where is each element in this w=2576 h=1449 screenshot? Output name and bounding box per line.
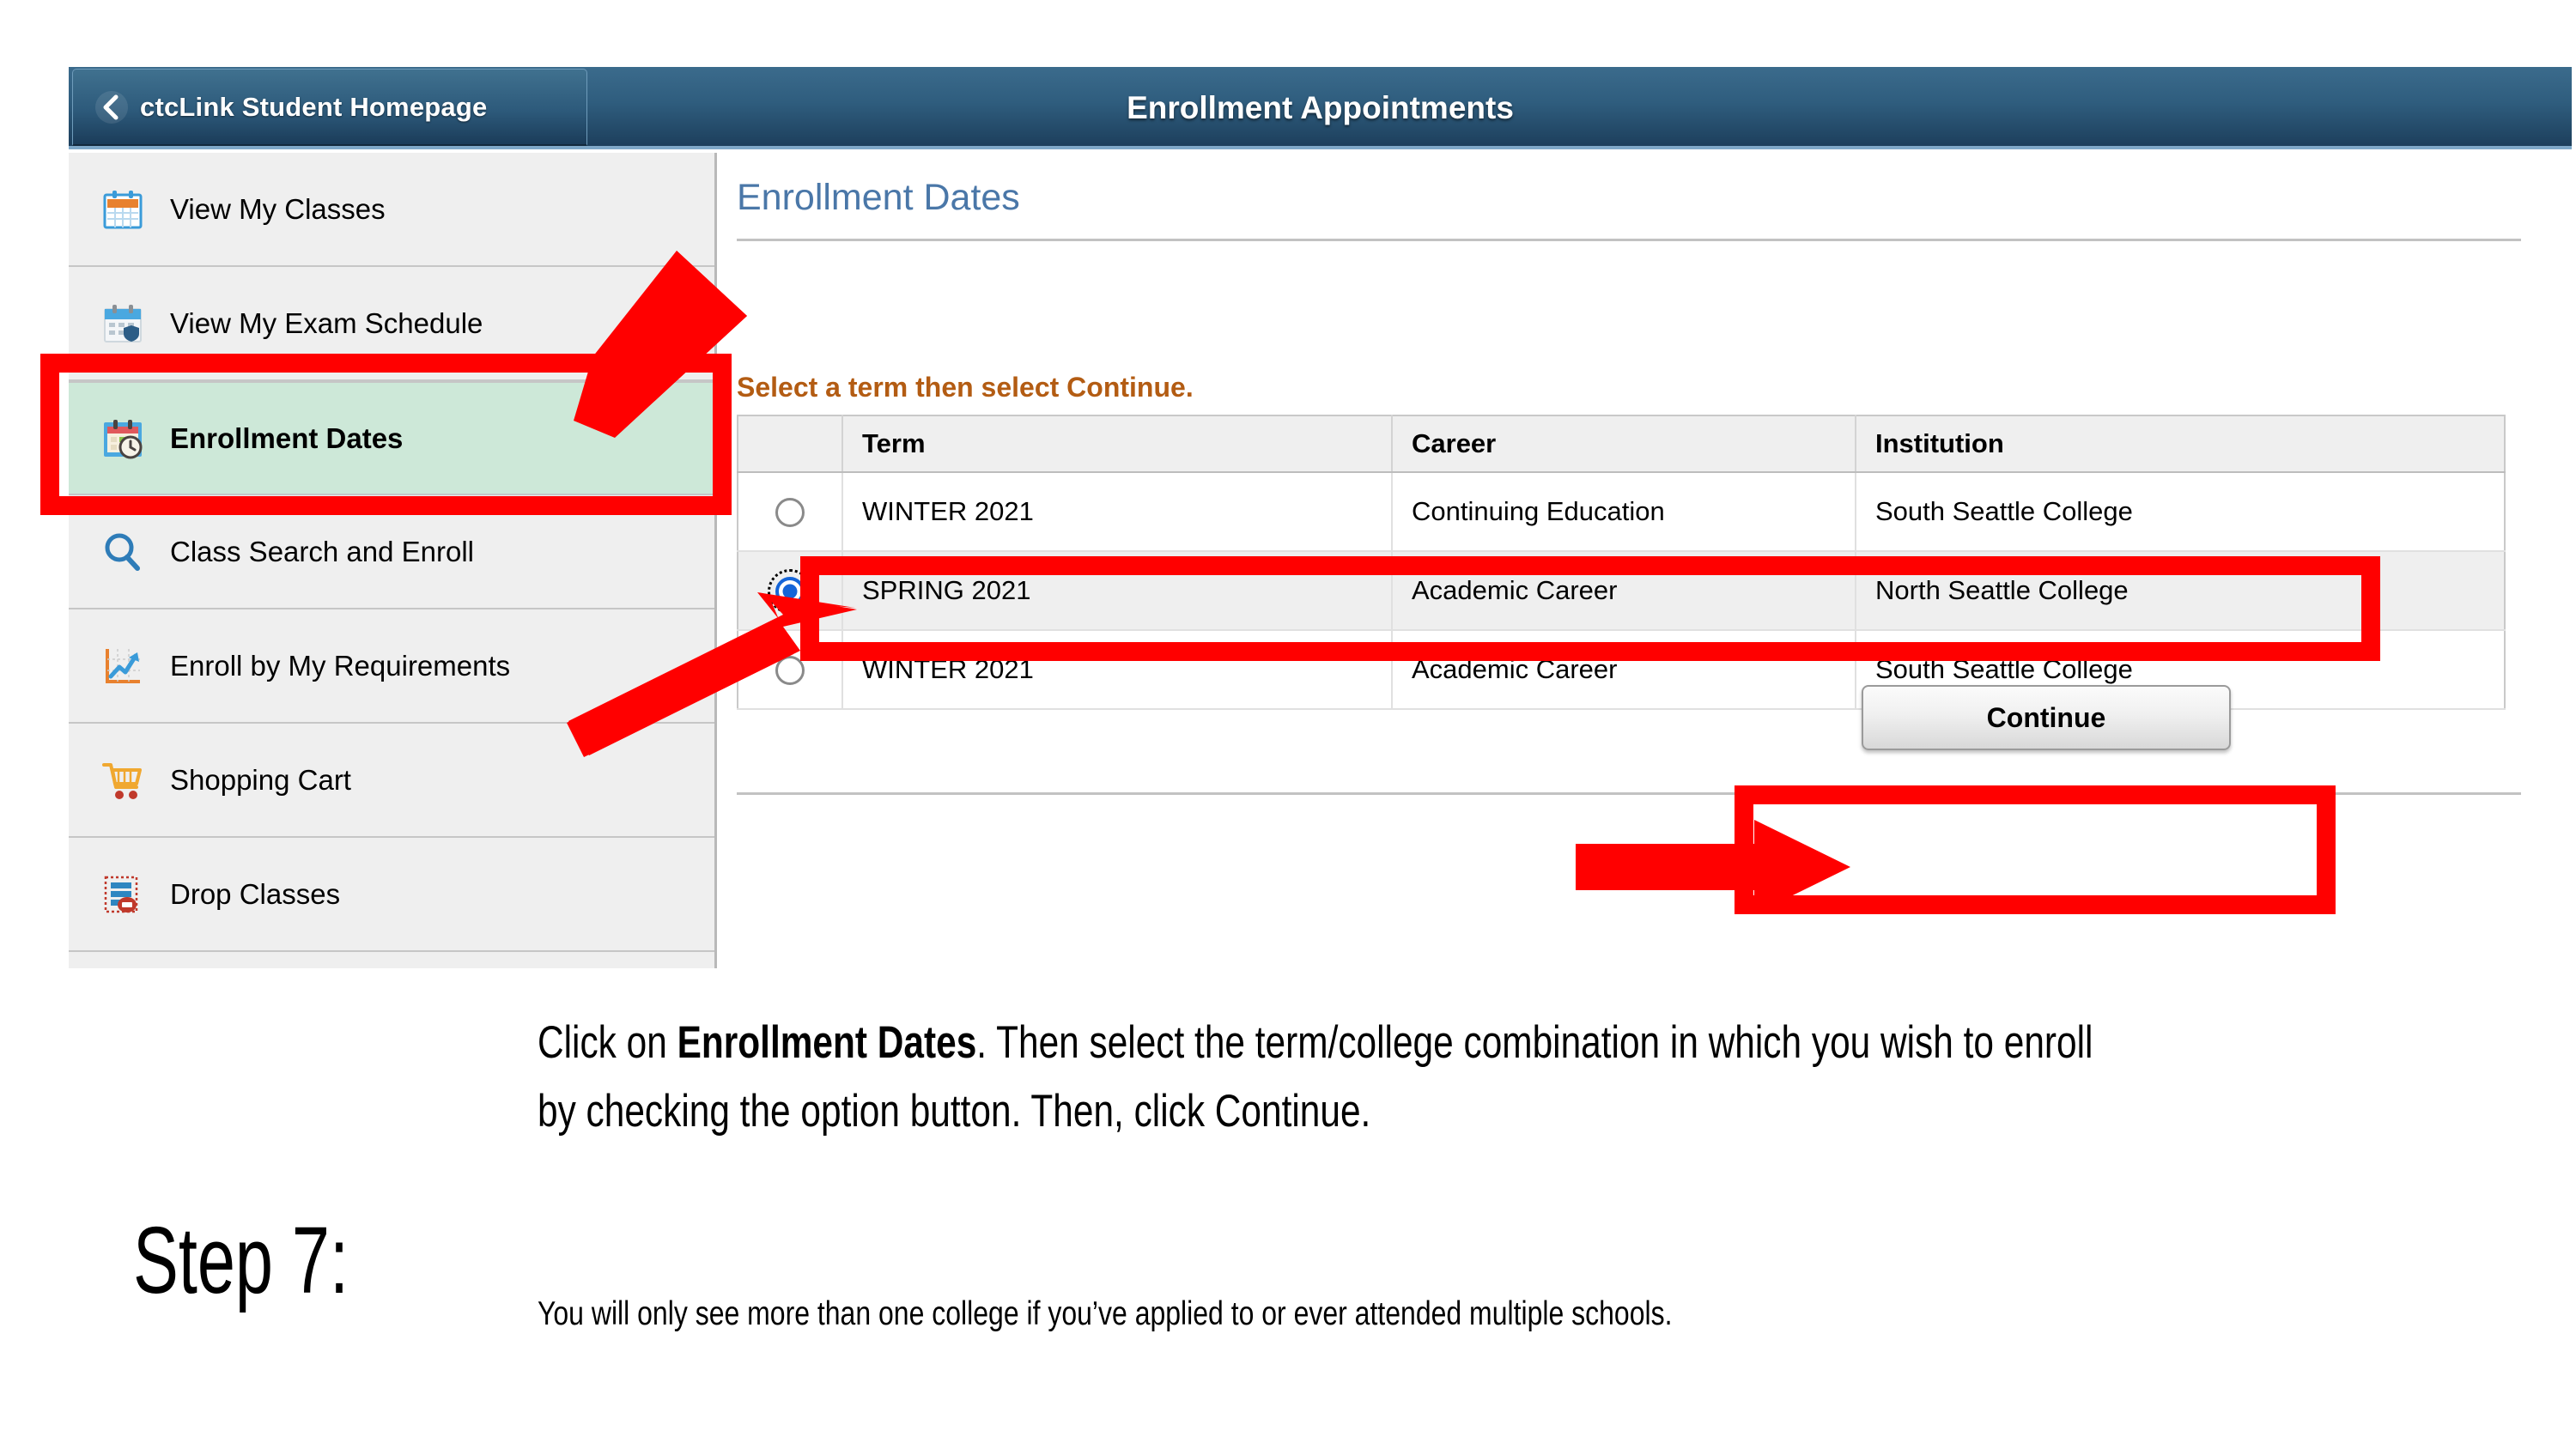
chevron-left-icon — [95, 90, 128, 124]
column-header-term: Term — [842, 415, 1393, 473]
sidebar-item-label: View My Exam Schedule — [170, 306, 483, 339]
table-row[interactable]: SPRING 2021 Academic Career North Seattl… — [738, 551, 2505, 631]
cell-institution: North Seattle College — [1856, 551, 2505, 631]
sidebar-item-shopping-cart[interactable]: Shopping Cart — [69, 724, 714, 838]
enrollment-terms-table: Term Career Institution WINTER 2021 Cont… — [737, 415, 2506, 710]
cell-term: WINTER 2021 — [842, 472, 1393, 552]
cell-career: Academic Career — [1392, 630, 1856, 710]
sidebar-item-label: Enroll by My Requirements — [170, 649, 511, 682]
calendar-icon — [98, 185, 148, 234]
sidebar-item-class-search-and-enroll[interactable]: Class Search and Enroll — [69, 495, 714, 609]
line-chart-icon — [98, 641, 148, 691]
title-divider — [737, 239, 2521, 241]
sidebar-item-label: Drop Classes — [170, 877, 341, 910]
caption-bold: Enrollment Dates — [677, 1017, 977, 1068]
back-button-label: ctcLink Student Homepage — [140, 91, 488, 122]
row-select-cell[interactable] — [738, 472, 843, 552]
continue-button[interactable]: Continue — [1862, 685, 2231, 750]
step-label: Step 7: — [133, 1208, 349, 1313]
cell-career: Continuing Education — [1392, 472, 1856, 552]
sidebar-item-label: Enrollment Dates — [170, 421, 404, 454]
sidebar-navigation[interactable]: View My Classes View My Exam Schedule En… — [69, 153, 717, 968]
magnifier-icon — [98, 527, 148, 577]
bottom-divider — [737, 792, 2521, 795]
table-row[interactable]: WINTER 2021 Academic Career South Seattl… — [738, 630, 2505, 710]
cell-term: WINTER 2021 — [842, 630, 1393, 710]
calendar-shield-icon — [98, 299, 148, 349]
sidebar-item-drop-classes[interactable]: Drop Classes — [69, 838, 714, 952]
term-radio-button[interactable] — [775, 656, 805, 686]
calendar-clock-icon — [98, 414, 148, 464]
row-select-cell[interactable] — [738, 551, 843, 631]
caption-body: Click on Enrollment Dates. Then select t… — [538, 1009, 2097, 1146]
table-header-row: Term Career Institution — [738, 415, 2505, 473]
sidebar-item-label: View My Classes — [170, 192, 386, 225]
sidebar-item-enrollment-dates[interactable]: Enrollment Dates — [69, 381, 714, 495]
sidebar-item-label: Class Search and Enroll — [170, 535, 475, 567]
cell-career: Academic Career — [1392, 551, 1856, 631]
cell-term: SPRING 2021 — [842, 551, 1393, 631]
main-content-panel: Enrollment Dates Select a term then sele… — [720, 153, 2572, 968]
sidebar-item-view-my-classes[interactable]: View My Classes — [69, 153, 714, 267]
ctclink-app-window: Enrollment Appointments ctcLink Student … — [69, 67, 2572, 968]
sidebar-item-partial[interactable] — [69, 952, 714, 968]
instruction-text: Select a term then select Continue. — [737, 372, 1194, 403]
term-radio-button-selected[interactable] — [768, 569, 812, 615]
sidebar-item-label: Shopping Cart — [170, 763, 351, 796]
back-to-homepage-button[interactable]: ctcLink Student Homepage — [72, 69, 587, 146]
caption-part1: Click on — [538, 1017, 677, 1068]
app-header-bar: Enrollment Appointments ctcLink Student … — [69, 67, 2572, 149]
drop-classes-icon — [98, 870, 148, 919]
app-body: View My Classes View My Exam Schedule En… — [69, 153, 2572, 968]
row-select-cell[interactable] — [738, 630, 843, 710]
page-title: Enrollment Dates — [737, 177, 1020, 218]
column-header-institution: Institution — [1856, 415, 2505, 473]
sidebar-item-enroll-by-my-requirements[interactable]: Enroll by My Requirements — [69, 609, 714, 724]
column-header-select — [738, 415, 843, 473]
sidebar-item-view-my-exam-schedule[interactable]: View My Exam Schedule — [69, 267, 714, 381]
cell-institution: South Seattle College — [1856, 472, 2505, 552]
table-row[interactable]: WINTER 2021 Continuing Education South S… — [738, 472, 2505, 552]
term-radio-button[interactable] — [775, 498, 805, 528]
column-header-career: Career — [1392, 415, 1856, 473]
shopping-cart-icon — [98, 755, 148, 805]
caption-note: You will only see more than one college … — [538, 1295, 1673, 1332]
